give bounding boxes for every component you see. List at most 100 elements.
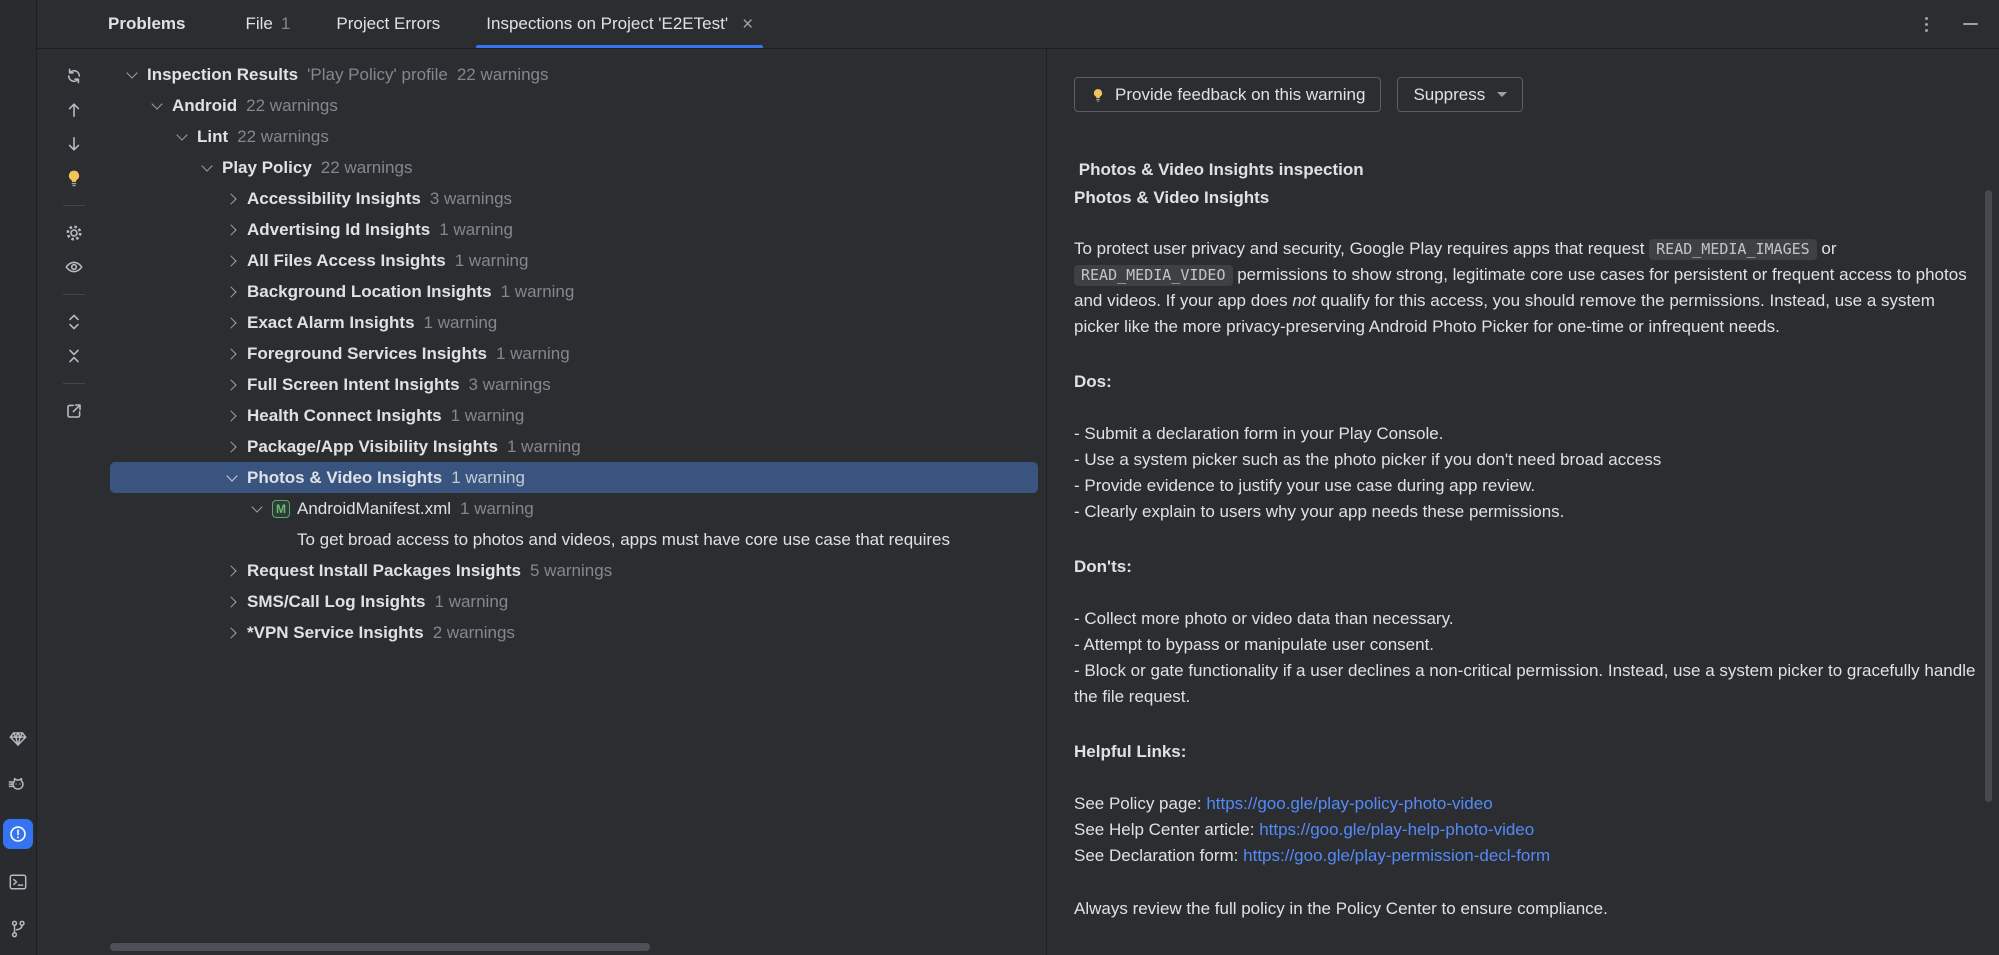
inspection-title: Photos & Video Insights inspection: [1074, 156, 1980, 184]
tree-row[interactable]: Advertising Id Insights1 warning: [110, 214, 1046, 245]
warning-count: 3 warnings: [430, 189, 512, 209]
quick-fixes-button[interactable]: [62, 166, 86, 190]
hyperlink[interactable]: https://goo.gle/play-permission-decl-for…: [1243, 846, 1550, 865]
hide-tool-window-icon[interactable]: [1955, 9, 1985, 39]
permission-code-chip: READ_MEDIA_VIDEO: [1074, 265, 1233, 286]
chevron-right-icon[interactable]: [222, 629, 242, 637]
link-prefix: See Policy page:: [1074, 794, 1206, 813]
tree-row[interactable]: To get broad access to photos and videos…: [110, 524, 1046, 555]
indent: [122, 586, 222, 617]
list-item: - Block or gate functionality if a user …: [1074, 658, 1980, 710]
toolbar-separator: [63, 294, 85, 295]
list-item: - Clearly explain to users why your app …: [1074, 499, 1980, 525]
warning-count: 1 warning: [455, 251, 529, 271]
chevron-right-icon[interactable]: [222, 226, 242, 234]
warning-count: 22 warnings: [457, 65, 549, 85]
tree-row-label: Play Policy: [222, 158, 312, 178]
tree-row-label: Inspection Results: [147, 65, 298, 85]
more-options-icon[interactable]: [1911, 9, 1941, 39]
tree-row[interactable]: MAndroidManifest.xml1 warning: [110, 493, 1046, 524]
rerun-inspection-button[interactable]: [62, 64, 86, 88]
tree-row[interactable]: All Files Access Insights1 warning: [110, 245, 1046, 276]
tree-row-label: Android: [172, 96, 237, 116]
link-line: See Declaration form: https://goo.gle/pl…: [1074, 843, 1980, 869]
tree-row[interactable]: Play Policy 22 warnings: [110, 152, 1046, 183]
tree-row-label: Lint: [197, 127, 228, 147]
indent: [122, 121, 172, 152]
arrow-up-icon: [64, 100, 84, 120]
gem-tool-button[interactable]: [4, 725, 32, 753]
problems-tool-button[interactable]: [3, 819, 33, 849]
chevron-down-icon[interactable]: [122, 73, 142, 77]
preview-problem-button[interactable]: [62, 255, 86, 279]
list-item: - Provide evidence to justify your use c…: [1074, 473, 1980, 499]
next-problem-button[interactable]: [62, 132, 86, 156]
hyperlink[interactable]: https://goo.gle/play-policy-photo-video: [1206, 794, 1492, 813]
warning-count: 1 warning: [507, 437, 581, 457]
cat-tool-button[interactable]: [4, 772, 32, 800]
chevron-right-icon[interactable]: [222, 567, 242, 575]
tab-label: File: [245, 14, 272, 34]
tree-row[interactable]: Request Install Packages Insights5 warni…: [110, 555, 1046, 586]
expand-all-button[interactable]: [62, 310, 86, 334]
details-vertical-scrollbar[interactable]: [1985, 190, 1992, 802]
collapse-all-button[interactable]: [62, 344, 86, 368]
indent: [122, 183, 222, 214]
tree-row[interactable]: *VPN Service Insights2 warnings: [110, 617, 1046, 648]
hyperlink[interactable]: https://goo.gle/play-help-photo-video: [1259, 820, 1534, 839]
chevron-right-icon[interactable]: [222, 288, 242, 296]
tree-row[interactable]: Lint22 warnings: [110, 121, 1046, 152]
tree-row[interactable]: Foreground Services Insights1 warning: [110, 338, 1046, 369]
warning-count: 22 warnings: [321, 158, 413, 178]
tree-row[interactable]: Inspection Results'Play Policy' profile2…: [110, 59, 1046, 90]
chevron-right-icon[interactable]: [222, 381, 242, 389]
tree-row-label: Advertising Id Insights: [247, 220, 430, 240]
tree-horizontal-scrollbar[interactable]: [110, 943, 650, 951]
chevron-right-icon[interactable]: [222, 412, 242, 420]
inspection-settings-button[interactable]: [62, 221, 86, 245]
warning-count: 1 warning: [451, 406, 525, 426]
tab-file[interactable]: File 1: [233, 0, 302, 48]
terminal-tool-button[interactable]: [4, 868, 32, 896]
chevron-right-icon[interactable]: [222, 257, 242, 265]
warning-count: 1 warning: [496, 344, 570, 364]
chevron-right-icon[interactable]: [222, 443, 242, 451]
chevron-right-icon[interactable]: [222, 350, 242, 358]
export-button[interactable]: [62, 399, 86, 423]
chevron-down-icon[interactable]: [197, 166, 217, 170]
chevron-right-icon[interactable]: [222, 319, 242, 327]
indent: [122, 555, 222, 586]
link-prefix: See Declaration form:: [1074, 846, 1243, 865]
chevron-down-icon[interactable]: [172, 135, 192, 139]
chevron-down-icon[interactable]: [147, 104, 167, 108]
tree-row[interactable]: Android22 warnings: [110, 90, 1046, 121]
warning-count: 3 warnings: [469, 375, 551, 395]
previous-problem-button[interactable]: [62, 98, 86, 122]
donts-list: - Collect more photo or video data than …: [1074, 606, 1980, 710]
git-branch-icon: [7, 918, 29, 940]
tree-row[interactable]: SMS/Call Log Insights1 warning: [110, 586, 1046, 617]
tree-row-label: Health Connect Insights: [247, 406, 442, 426]
chevron-right-icon[interactable]: [222, 598, 242, 606]
chevron-down-icon[interactable]: [247, 507, 267, 511]
tab-inspections-on-project[interactable]: Inspections on Project 'E2ETest' ×: [474, 0, 765, 48]
close-icon[interactable]: ×: [742, 15, 753, 34]
tool-window-title: Problems: [108, 14, 185, 34]
chevron-down-icon[interactable]: [222, 476, 242, 480]
dos-heading: Dos:: [1074, 369, 1980, 395]
dos-list: - Submit a declaration form in your Play…: [1074, 421, 1980, 525]
tree-row[interactable]: Health Connect Insights 1 warning: [110, 400, 1046, 431]
chevron-right-icon[interactable]: [222, 195, 242, 203]
tree-row[interactable]: Exact Alarm Insights1 warning: [110, 307, 1046, 338]
permission-code-chip: READ_MEDIA_IMAGES: [1649, 239, 1817, 260]
tab-project-errors[interactable]: Project Errors: [324, 0, 452, 48]
git-branch-tool-button[interactable]: [4, 915, 32, 943]
tree-row[interactable]: Package/App Visibility Insights1 warning: [110, 431, 1046, 462]
suppress-dropdown-button[interactable]: Suppress: [1397, 77, 1523, 112]
provide-feedback-button[interactable]: Provide feedback on this warning: [1074, 77, 1381, 112]
tree-row[interactable]: Photos & Video Insights1 warning: [110, 462, 1038, 493]
tree-row[interactable]: Accessibility Insights3 warnings: [110, 183, 1046, 214]
arrow-down-icon: [64, 134, 84, 154]
tree-row[interactable]: Full Screen Intent Insights3 warnings: [110, 369, 1046, 400]
tree-row[interactable]: Background Location Insights1 warning: [110, 276, 1046, 307]
